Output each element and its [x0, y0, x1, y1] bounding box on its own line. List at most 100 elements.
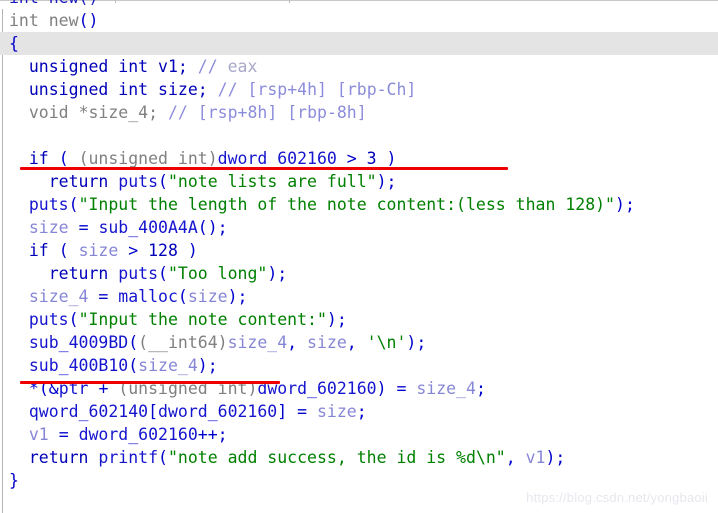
code-token: puts: [28, 310, 69, 329]
code-token: ;: [356, 402, 367, 421]
code-token: ;: [475, 379, 486, 398]
code-line-list[interactable]: int new() { unsigned int v1; // eax unsig…: [0, 9, 718, 492]
pseudocode-view[interactable]: int new() int new() { unsigned int v1; //…: [0, 0, 718, 513]
code-token: (: [197, 218, 208, 237]
code-token: size: [28, 218, 69, 237]
code-line[interactable]: void *size_4; // [rsp+8h] [rbp-8h]: [0, 101, 718, 124]
code-token: unsigned: [28, 57, 109, 76]
code-token: ;: [416, 333, 427, 352]
watermark: https://blog.csdn.net/yongbaoii: [526, 490, 708, 505]
code-token: ;: [217, 218, 228, 237]
code-token: size_4: [227, 333, 288, 352]
code-token: (: [158, 264, 168, 283]
code-token: >: [128, 241, 139, 260]
code-line[interactable]: size = sub_400A4A();: [0, 216, 718, 239]
code-token: =: [78, 218, 89, 237]
code-line[interactable]: sub_4009BD((__int64)size_4, size, '\n');: [0, 331, 718, 354]
code-token: size_4: [416, 379, 476, 398]
code-line[interactable]: [0, 124, 718, 147]
code-token: *size_4: [78, 103, 149, 122]
code-token: return: [28, 448, 89, 467]
code-token: ;: [148, 103, 168, 122]
code-token: malloc: [118, 287, 178, 306]
code-token: ): [386, 149, 397, 168]
clipped-row-text: int new(): [9, 0, 98, 9]
code-token: void: [28, 103, 69, 122]
code-token: "Too long": [167, 264, 268, 283]
code-line[interactable]: return printf("note add success, the id …: [0, 446, 718, 469]
code-token: >: [346, 149, 357, 168]
code-token: size: [78, 241, 119, 260]
code-token: sub_400A4A: [98, 218, 198, 237]
code-token: 3: [366, 149, 377, 168]
code-token: ): [376, 172, 387, 191]
code-line[interactable]: v1 = dword_602160++;: [0, 423, 718, 446]
code-token: =: [297, 402, 308, 421]
code-token: (: [128, 356, 139, 375]
code-token: //: [217, 80, 248, 99]
code-token: "Input the length of the note content:(l…: [78, 195, 615, 214]
code-token: ;: [207, 356, 218, 375]
code-line[interactable]: return puts("note lists are full");: [0, 170, 718, 193]
code-token: ): [545, 448, 556, 467]
code-token: puts: [118, 264, 159, 283]
code-token: int: [118, 80, 149, 99]
code-line[interactable]: qword_602140[dword_602160] = size;: [0, 400, 718, 423]
code-line[interactable]: puts("Input the length of the note conte…: [0, 193, 718, 216]
code-line[interactable]: sub_400B10(size_4);: [0, 354, 718, 377]
code-token: ): [376, 379, 387, 398]
header-tick-right: [289, 0, 290, 3]
code-token: (: [177, 287, 188, 306]
code-token: {: [9, 34, 19, 53]
code-token: v1: [525, 448, 546, 467]
code-line[interactable]: return puts("Too long");: [0, 262, 718, 285]
code-token: ;: [197, 80, 218, 99]
code-token: size: [317, 402, 357, 421]
code-line[interactable]: if ( size > 128 ): [0, 239, 718, 262]
code-line[interactable]: size_4 = malloc(size);: [0, 285, 718, 308]
code-line[interactable]: puts("Input the note content:");: [0, 308, 718, 331]
code-token: ;: [386, 172, 397, 191]
code-token: if: [28, 149, 49, 168]
code-token: (: [58, 241, 69, 260]
code-line[interactable]: }: [0, 469, 718, 492]
code-token: ): [615, 195, 625, 214]
code-token: ;: [624, 195, 635, 214]
underline-sub-400b10: [20, 381, 280, 384]
code-token: puts: [118, 172, 159, 191]
code-token: ++: [197, 425, 218, 444]
code-token: sub_400B10: [28, 356, 129, 375]
code-line[interactable]: unsigned int size; // [rsp+4h] [rbp-Ch]: [0, 78, 718, 101]
code-token: "note lists are full": [167, 172, 377, 191]
code-token: size: [307, 333, 347, 352]
code-token: (: [68, 195, 79, 214]
code-line[interactable]: int new(): [0, 9, 718, 32]
code-line[interactable]: {: [0, 32, 718, 55]
code-token: if: [28, 241, 49, 260]
code-token: v1: [158, 57, 178, 76]
code-token: =: [98, 287, 109, 306]
code-line[interactable]: unsigned int v1; // eax: [0, 55, 718, 78]
code-token: (unsigned int): [78, 149, 218, 168]
